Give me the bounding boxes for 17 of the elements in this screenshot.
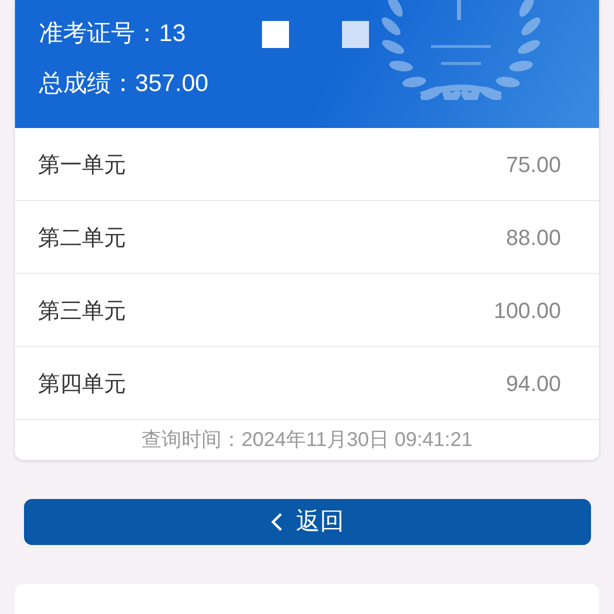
exam-id-label: 准考证号： [39,19,159,49]
redaction-block [342,20,369,48]
unit-score: 94.00 [506,370,561,398]
query-time: 查询时间：2024年11月30日 09:41:21 [142,428,472,453]
back-button[interactable]: 返回 [24,499,590,546]
unit-name: 第二单元 [38,224,126,252]
unit-name: 第四单元 [38,370,126,398]
unit-score: 100.00 [494,296,561,324]
total-score-value: 357.00 [135,69,208,99]
unit-score: 88.00 [506,224,561,252]
chevron-left-icon [270,511,284,534]
unit-score: 75.00 [506,150,561,178]
total-score-label: 总成绩： [39,69,135,99]
exam-id-value: 13 [159,19,186,49]
redaction-block [262,20,289,48]
unit-name: 第一单元 [38,150,126,178]
unit-name: 第三单元 [38,296,126,324]
